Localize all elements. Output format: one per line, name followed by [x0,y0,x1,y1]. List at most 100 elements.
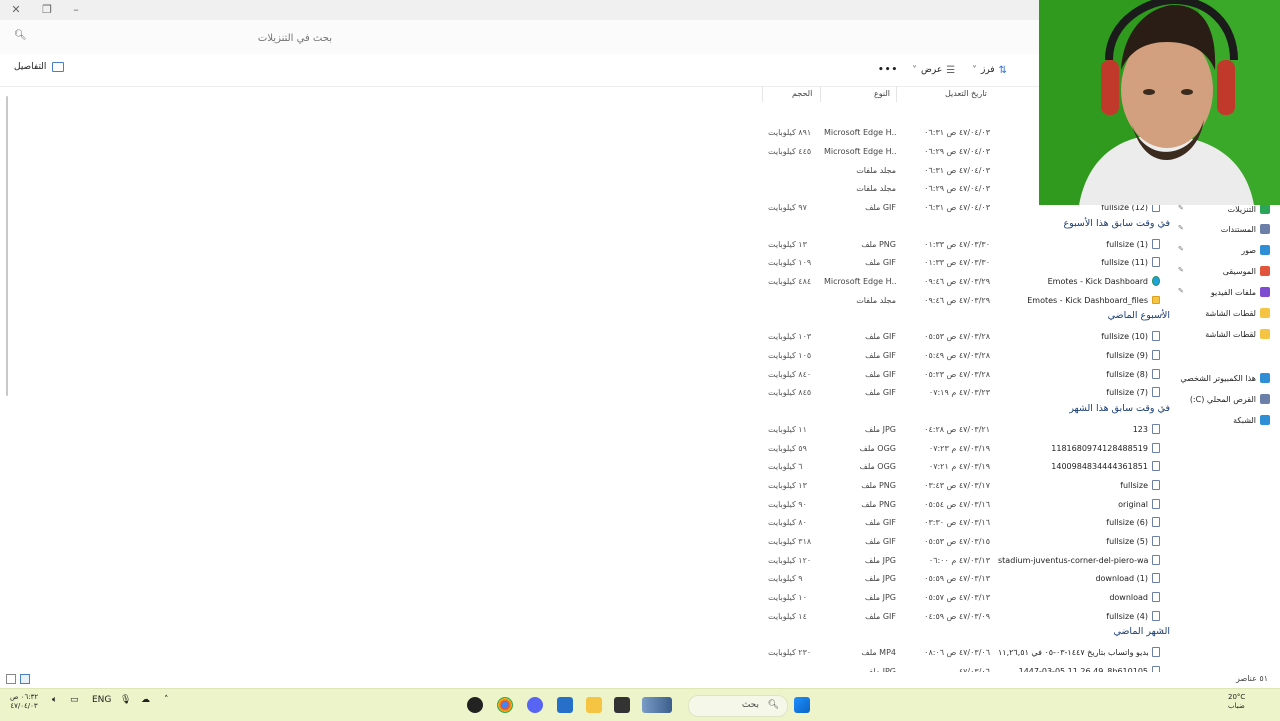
taskbar: ٠٦:٣٢ ص ٤٧/٠٤/٠٣ 🔈︎ ▭ ENG 🎙︎ ☁︎ ˄ 🔍︎ بحث… [0,688,1280,721]
table-row[interactable]: ١٤ كيلوبايت ملف GIF ٤٧/٠٣/٠٩ ص ٠٤:٥٩ fullsi… [762,608,1164,626]
terminal-icon[interactable] [614,697,630,713]
show-hidden-icons-icon[interactable]: ˄ [164,695,169,705]
file-icon [1152,461,1160,471]
file-type: Microsoft Edge H... [824,277,896,286]
file-type: مجلد ملفات [856,166,896,175]
large-icons-view-icon[interactable] [6,674,16,684]
table-row[interactable]: ١٢٠ كيلوبايت ملف JPG ٤٧/٠٣/١٣ م ٠٦:٠٠ stadi… [762,552,1164,570]
table-row[interactable]: ٣١٨ كيلوبايت ملف GIF ٤٧/٠٣/١٥ ص ٠٥:٥٣ fulls… [762,533,1164,551]
pin-icon[interactable]: ✎ [1178,287,1184,295]
pin-icon[interactable]: ✎ [1178,266,1184,274]
view-button[interactable]: ☰ عرض ˅ [912,62,955,78]
table-row[interactable]: ١٠٩ كيلوبايت ملف GIF ٤٧/٠٣/٣٠ ص ٠١:٣٣ fulls… [762,254,1164,272]
sidebar-item[interactable]: المستندات [1180,220,1270,238]
group-header[interactable]: الأسبوع الماضي [1040,310,1170,328]
table-row[interactable]: ٤٨٤ كيلوبايت Microsoft Edge H... ٤٧/٠٣/٢٩ … [762,273,1164,291]
file-type: مجلد ملفات [856,184,896,193]
table-row[interactable]: ٥٩ كيلوبايت ملف OGG ٤٧/٠٣/١٩ م ٠٧:٢٣ 118168… [762,440,1164,458]
taskbar-search[interactable]: 🔍︎ بحث [688,695,788,717]
start-icon[interactable] [794,697,810,713]
table-row[interactable]: ٨٤٠ كيلوبايت ملف GIF ٤٧/٠٣/٢٨ ص ٠٥:٢٣ fulls… [762,366,1164,384]
vertical-scrollbar[interactable] [6,96,8,396]
chrome-icon[interactable] [497,697,513,713]
view-label: عرض [921,65,943,75]
file-type: Microsoft Edge H... [824,147,896,156]
more-options-button[interactable]: ••• [878,62,898,78]
details-button[interactable]: التفاصيل [14,62,65,72]
file-icon [1152,257,1160,267]
discord-icon[interactable] [527,697,543,713]
speaker-icon[interactable]: 🔈︎ [52,695,57,705]
table-row[interactable]: ١٠٣ كيلوبايت ملف GIF ٤٧/٠٣/٢٨ ص ٠٥:٥٣ fulls… [762,328,1164,346]
file-type: ملف GIF [865,518,896,527]
table-row[interactable]: ١٣ كيلوبايت ملف PNG ٤٧/٠٣/١٧ ص ٠٣:٤٣ fullsi… [762,477,1164,495]
sidebar-item[interactable]: القرص المحلي (C:) [1180,390,1270,408]
file-name: fullsize (1) [1106,240,1148,249]
microphone-icon[interactable]: 🎙︎ [120,695,131,705]
minimize-icon[interactable]: – [68,2,84,18]
column-header-size[interactable]: الحجم [792,89,812,98]
search-input[interactable] [40,26,334,50]
obs-icon[interactable] [467,697,483,713]
details-view-icon[interactable] [20,674,30,684]
folder-icon [1260,329,1270,339]
table-row[interactable]: ١٠ كيلوبايت ملف JPG ٤٧/٠٣/١٣ ص ٠٥:٥٧ downlo… [762,589,1164,607]
widgets-icon[interactable] [642,697,672,713]
file-explorer-icon[interactable] [586,697,602,713]
table-row[interactable]: ١٣ كيلوبايت ملف PNG ٤٧/٠٣/٣٠ ص ٠١:٣٣ fullsi… [762,236,1164,254]
table-row[interactable]: ١١ كيلوبايت ملف JPG ٤٧/٠٣/٢١ ص ٠٤:٢٨ 123 [762,421,1164,439]
file-type: ملف GIF [865,332,896,341]
file-name: download (1) [1095,574,1148,583]
file-date: ٤٧/٠٣/٢٨ ص ٠٥:٢٣ [924,370,990,379]
chevron-down-icon[interactable]: ˅ [1160,313,1164,322]
group-header[interactable]: الشهر الماضي [1040,626,1170,644]
sidebar-item[interactable]: ملفات الفيديو [1180,283,1270,301]
onedrive-icon[interactable]: ☁︎ [141,695,150,705]
sidebar-item[interactable]: صور [1180,241,1270,259]
table-row[interactable]: ٨٤٥ كيلوبايت ملف GIF ٤٧/٠٣/٢٣ م ٠٧:١٩ fulls… [762,384,1164,402]
chevron-down-icon[interactable]: ˅ [1160,221,1164,230]
sidebar-item[interactable]: لقطات الشاشة [1180,304,1270,322]
computer-icon [1260,373,1270,383]
pin-icon[interactable]: ✎ [1178,204,1184,212]
store-icon[interactable] [557,697,573,713]
clock[interactable]: ٠٦:٣٢ ص ٤٧/٠٤/٠٣ [10,693,38,711]
file-date: ٤٧/٠٣/٢١ ص ٠٤:٢٨ [924,425,990,434]
language-indicator[interactable]: ENG [92,695,111,705]
sidebar-item[interactable]: لقطات الشاشة [1180,325,1270,343]
sidebar-item-label: الشبكة [1233,415,1256,425]
file-date: ٤٧/٠٣/١٩ م ٠٧:٢٣ [928,444,990,453]
column-header-type[interactable]: النوع [874,89,890,98]
file-date: ٤٧/٠٣/٣٠ ص ٠١:٣٣ [924,258,990,267]
table-row[interactable]: مجلد ملفات ٤٧/٠٣/٢٩ ص ٠٩:٤٦ Emotes - Kick … [762,292,1164,310]
table-row[interactable]: ٨٠ كيلوبايت ملف GIF ٤٧/٠٣/١٦ ص ٠٣:٣٠ fullsi… [762,514,1164,532]
restore-icon[interactable]: ❐ [39,2,55,18]
group-header[interactable]: في وقت سابق هذا الشهر [1040,403,1170,421]
column-header-date[interactable]: تاريخ التعديل [945,89,987,98]
pin-icon[interactable]: ✎ [1178,224,1184,232]
file-date: ٤٧/٠٤/٠٣ ص ٠٦:٣١ [924,128,990,137]
network-icon[interactable]: ▭ [70,695,79,705]
weather-temperature: 20°C [1228,693,1246,701]
close-icon[interactable]: ✕ [8,2,24,18]
folder-icon [1152,296,1160,304]
table-row[interactable]: ٩٠ كيلوبايت ملف PNG ٤٧/٠٣/١٦ ص ٠٥:٥٤ origin… [762,496,1164,514]
table-row[interactable]: ٦ كيلوبايت ملف OGG ٤٧/٠٣/١٩ م ٠٧:٢١ 1400984… [762,458,1164,476]
pin-icon[interactable]: ✎ [1178,245,1184,253]
sidebar-item-label: لقطات الشاشة [1205,329,1256,339]
sidebar-item[interactable]: الموسيقى [1180,262,1270,280]
weather-widget[interactable]: 20°C ضباب [1228,693,1245,711]
table-row[interactable]: ١٠٥ كيلوبايت ملف GIF ٤٧/٠٣/٢٨ ص ٠٥:٤٩ fulls… [762,347,1164,365]
table-row[interactable]: ٢٣٠ كيلوبايتملف MP4٤٧/٠٣/٠٦ ص ٠٨:٠٦فيديو… [762,644,1164,662]
table-row[interactable]: ٩ كيلوبايت ملف JPG ٤٧/٠٣/١٣ ص ٠٥:٥٩ downloa… [762,570,1164,588]
sidebar-item[interactable]: الشبكة [1180,411,1270,429]
streamer-video [1039,0,1280,205]
file-date: ٤٧/٠٣/٠٩ ص ٠٤:٥٩ [924,612,990,621]
chevron-down-icon[interactable]: ˅ [1160,629,1164,638]
group-header[interactable]: في وقت سابق هذا الأسبوع [1040,218,1170,236]
sort-button[interactable]: ⇅ فرز ˅ [972,62,1007,78]
sidebar-item[interactable]: هذا الكمبيوتر الشخصي [1180,369,1270,387]
chevron-down-icon[interactable]: ˅ [1160,406,1164,415]
search-icon[interactable]: 🔍︎ [14,30,27,41]
file-type: ملف GIF [865,537,896,546]
